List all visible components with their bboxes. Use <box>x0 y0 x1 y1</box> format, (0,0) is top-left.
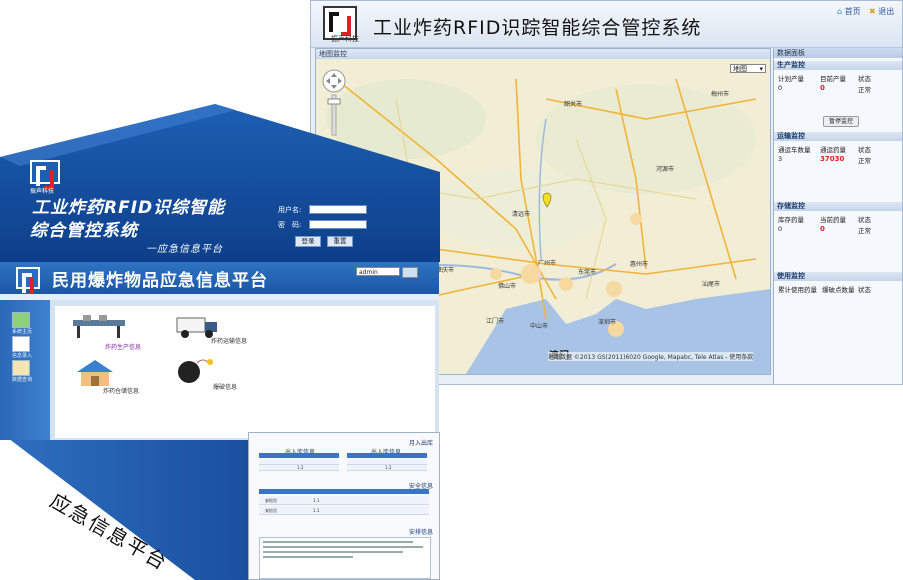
table-header <box>259 453 339 458</box>
cell: 1.1 <box>313 498 320 503</box>
warehouse-icon <box>77 360 113 386</box>
emergency-logo <box>16 267 40 297</box>
section-heading: 月入出库 <box>409 440 434 447</box>
splash-subtitle: 一应急信息平台 <box>146 244 223 255</box>
emergency-content: 炸药生产信息 炸药运输信息 炸药仓储信息 爆破信息 <box>55 306 435 438</box>
cell: 安检员 <box>265 498 277 503</box>
sidebar-item-query[interactable]: 数据查询 <box>12 360 32 383</box>
monitor-icon <box>12 312 30 328</box>
emergency-nav-bar <box>0 294 439 300</box>
sidebar-item-input[interactable]: 信息录入 <box>12 336 32 359</box>
table-row <box>259 506 429 515</box>
conveyor-icon <box>73 315 125 338</box>
module-production[interactable]: 炸药生产信息 <box>69 312 141 351</box>
section-heading: 安排信息 <box>409 529 434 536</box>
cell: 1.2 <box>385 465 392 470</box>
splash-title-line2: 综合管控系统 <box>30 221 138 241</box>
username-label: 用户名: <box>278 206 302 214</box>
sidebar-item-home[interactable]: 系统主页 <box>12 312 32 335</box>
search-input[interactable]: admin <box>356 267 400 276</box>
stats-window: 月入出库 出入库信息 出入库信息 1.2 1.2 安全信息 安检员 1.1 安检… <box>248 432 440 580</box>
cell: 1.1 <box>313 508 320 513</box>
cell: 安检员 <box>265 508 277 513</box>
notice-box <box>259 537 431 579</box>
emergency-header: 民用爆炸物品应急信息平台 admin <box>0 262 439 297</box>
password-label: 密 码: <box>278 221 302 229</box>
splash-title-line1: 工业炸药RFID识综智能 <box>32 198 226 218</box>
emergency-platform-window: 民用爆炸物品应急信息平台 admin 系统主页 信息录入 数据查询 炸药生产信息… <box>0 262 439 440</box>
module-transport[interactable]: 炸药运输信息 <box>175 312 247 345</box>
report-icon <box>12 360 30 376</box>
emergency-sidebar: 系统主页 信息录入 数据查询 <box>0 300 50 440</box>
password-input[interactable] <box>309 220 367 229</box>
module-storage[interactable]: 炸药仓储信息 <box>75 358 139 395</box>
login-button[interactable]: 登录 <box>295 236 321 247</box>
bomb-icon <box>178 359 213 383</box>
document-icon <box>12 336 30 352</box>
module-blasting[interactable]: 爆破信息 <box>173 354 237 391</box>
cell: 1.2 <box>297 465 304 470</box>
splash-logo <box>30 160 60 190</box>
emergency-title: 民用爆炸物品应急信息平台 <box>52 271 268 291</box>
reset-button[interactable]: 重置 <box>327 236 353 247</box>
table-row <box>259 496 429 505</box>
username-input[interactable] <box>309 205 367 214</box>
search-button[interactable] <box>402 267 418 278</box>
table-header <box>259 489 429 494</box>
table-header <box>347 453 427 458</box>
